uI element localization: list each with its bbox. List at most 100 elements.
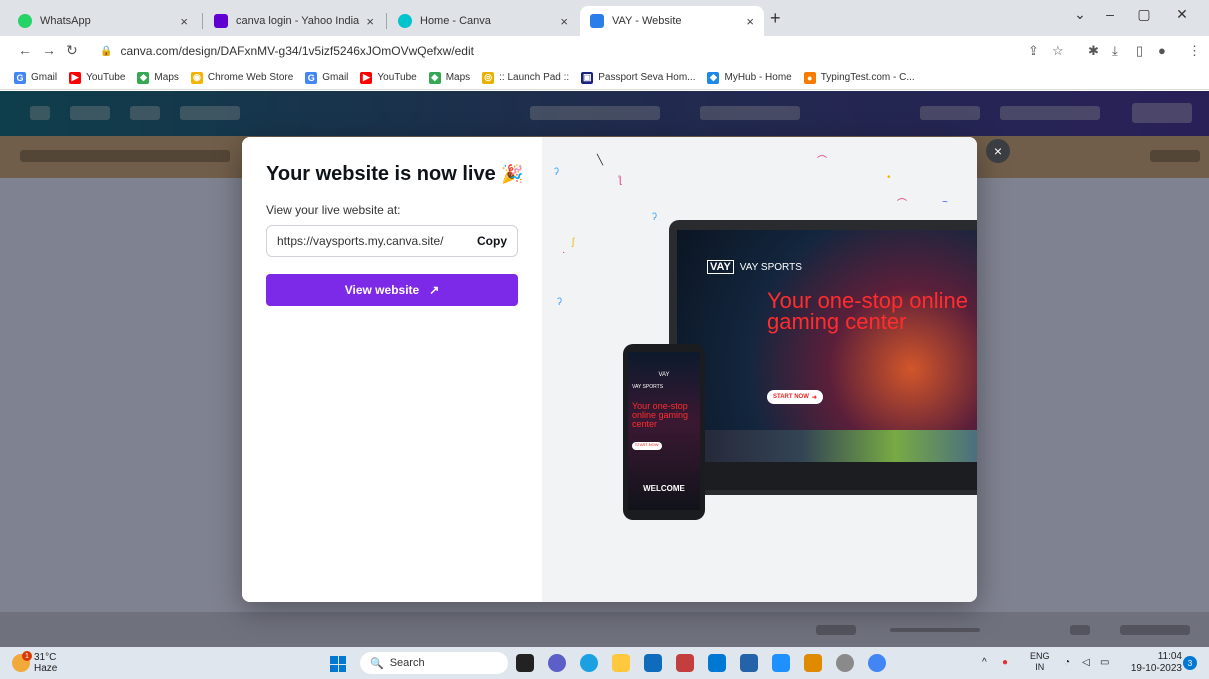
settings-icon[interactable] bbox=[836, 654, 854, 672]
edge-icon[interactable] bbox=[580, 654, 598, 672]
volume-icon[interactable]: ◁ bbox=[1082, 657, 1090, 668]
external-link-icon: ↗ bbox=[429, 283, 440, 297]
close-window-button[interactable]: ✕ bbox=[1162, 6, 1202, 23]
bookmark-label: Passport Seva Hom... bbox=[598, 72, 696, 83]
menu-icon[interactable]: ⋮ bbox=[1188, 43, 1201, 59]
address-bar-row: ← → ↻ 🔒 canva.com/design/DAFxnMV-g34/1v5… bbox=[0, 36, 1209, 66]
view-website-button[interactable]: View website ↗ bbox=[266, 274, 518, 306]
close-tab-icon[interactable]: × bbox=[366, 14, 374, 29]
yahoo-icon bbox=[214, 14, 228, 28]
bookmark-icon: ◆ bbox=[137, 71, 150, 84]
website-icon bbox=[590, 14, 604, 28]
bookmark-item[interactable]: ▶ YouTube bbox=[360, 71, 417, 84]
clock[interactable]: 11:04 19-10-2023 bbox=[1128, 651, 1182, 675]
app-icon[interactable] bbox=[676, 654, 694, 672]
confetti-icon: ╲ bbox=[597, 155, 604, 166]
view-website-label: View website bbox=[344, 283, 420, 297]
side-panel-icon[interactable]: ▯ bbox=[1136, 43, 1143, 59]
star-icon[interactable]: ☆ bbox=[1052, 43, 1064, 59]
bookmark-item[interactable]: ◆ Maps bbox=[428, 71, 471, 84]
security-icon[interactable]: ● bbox=[1002, 657, 1008, 668]
tray-overflow-icon[interactable]: ^ bbox=[982, 657, 987, 668]
brand-name: VAY SPORTS bbox=[632, 384, 664, 390]
tab-yahoo-search[interactable]: canva login - Yahoo India Search × bbox=[204, 6, 384, 36]
clock-date: 19-10-2023 bbox=[1130, 663, 1182, 674]
close-dialog-button[interactable]: × bbox=[986, 139, 1010, 163]
app-icon[interactable] bbox=[804, 654, 822, 672]
canva-icon bbox=[398, 14, 412, 28]
share-icon[interactable]: ⇪ bbox=[1028, 43, 1039, 59]
close-tab-icon[interactable]: × bbox=[180, 14, 188, 29]
vay-logo: VAY bbox=[707, 260, 734, 274]
whatsapp-icon bbox=[18, 14, 32, 28]
bookmark-item[interactable]: G Gmail bbox=[305, 71, 348, 84]
taskbar-search[interactable]: 🔍 Search bbox=[360, 652, 508, 674]
confetti-icon: • bbox=[887, 172, 891, 183]
new-tab-button[interactable]: + bbox=[770, 8, 781, 29]
browser-tab-strip: WhatsApp × canva login - Yahoo India Sea… bbox=[0, 0, 1209, 36]
close-tab-icon[interactable]: × bbox=[560, 14, 568, 29]
bookmark-item[interactable]: ◎:: Launch Pad :: bbox=[482, 71, 569, 84]
notification-badge[interactable]: 3 bbox=[1183, 656, 1197, 670]
language-indicator[interactable]: ENG IN bbox=[1030, 651, 1050, 673]
confetti-icon: ʔ bbox=[554, 167, 559, 178]
bookmark-item[interactable]: ▶ YouTube bbox=[69, 71, 126, 84]
confetti-icon: ʔ bbox=[557, 297, 562, 308]
teams-icon[interactable] bbox=[548, 654, 566, 672]
download-icon[interactable]: ⤓ bbox=[1112, 43, 1118, 59]
bookmark-label: YouTube bbox=[377, 72, 417, 83]
close-tab-icon[interactable]: × bbox=[746, 14, 754, 29]
bookmark-icon: G bbox=[305, 71, 318, 84]
battery-icon[interactable]: ▭ bbox=[1100, 657, 1109, 668]
bookmark-item[interactable]: ◉ Chrome Web Store bbox=[190, 71, 294, 84]
back-icon[interactable]: ← bbox=[18, 42, 32, 58]
profile-icon[interactable]: ● bbox=[1158, 43, 1166, 58]
bookmark-label: Maps bbox=[445, 72, 471, 83]
bookmark-label: MyHub - Home bbox=[724, 72, 792, 83]
wifi-icon[interactable]: ◔ bbox=[1064, 657, 1070, 668]
weather-widget[interactable]: 31°C Haze bbox=[34, 652, 57, 674]
chrome-icon[interactable] bbox=[868, 654, 886, 672]
bookmark-label: YouTube bbox=[86, 72, 126, 83]
bookmark-icon: ▶ bbox=[360, 71, 373, 84]
app-icon[interactable] bbox=[708, 654, 726, 672]
file-explorer-icon[interactable] bbox=[612, 654, 630, 672]
site-hero-heading: Your one-stop online gaming center bbox=[767, 288, 969, 334]
task-view-icon[interactable] bbox=[516, 654, 534, 672]
bookmark-label: Chrome Web Store bbox=[207, 72, 294, 83]
windows-start-icon[interactable] bbox=[330, 656, 346, 672]
url-input[interactable]: 🔒 canva.com/design/DAFxnMV-g34/1v5izf524… bbox=[90, 40, 1120, 62]
bookmark-item[interactable]: G Gmail bbox=[14, 71, 57, 84]
reload-icon[interactable]: ↻ bbox=[66, 42, 78, 59]
store-icon[interactable] bbox=[644, 654, 662, 672]
url-text: canva.com/design/DAFxnMV-g34/1v5izf5246x… bbox=[120, 44, 474, 58]
site-url-field[interactable]: https://vaysports.my.canva.site/ Copy bbox=[266, 225, 518, 257]
site-start-button: START NOW bbox=[632, 442, 662, 450]
app-icon[interactable] bbox=[772, 654, 790, 672]
bookmark-item[interactable]: ◆ Maps bbox=[137, 71, 179, 84]
bookmark-label: TypingTest.com - C... bbox=[820, 72, 915, 83]
start-label: START NOW bbox=[773, 394, 809, 400]
confetti-icon: ʃ bbox=[572, 237, 575, 248]
bookmark-icon: ◎ bbox=[482, 71, 495, 84]
website-preview-panel: ʔ ╲ ƪ ʔ · ʃ ʔ ⌒ • ~ ⌒ VAY VAY SPORTS You… bbox=[542, 137, 977, 602]
confetti-icon: ⌒ bbox=[897, 199, 907, 210]
bookmark-label: Maps bbox=[154, 72, 179, 83]
confetti-icon: · bbox=[562, 247, 566, 258]
bookmark-item[interactable]: ▣ Passport Seva Hom... bbox=[581, 71, 696, 84]
extensions-icon[interactable]: ✱ bbox=[1088, 43, 1099, 59]
maximize-button[interactable]: ▢ bbox=[1124, 6, 1164, 23]
bookmark-item[interactable]: ● TypingTest.com - C... bbox=[803, 71, 915, 84]
clock-time: 11:04 bbox=[1157, 651, 1182, 662]
forward-icon[interactable]: → bbox=[42, 42, 56, 58]
tab-home-canva[interactable]: Home - Canva × bbox=[388, 6, 578, 36]
tab-whatsapp[interactable]: WhatsApp × bbox=[8, 6, 198, 36]
copy-button[interactable]: Copy bbox=[477, 234, 507, 248]
bookmark-item[interactable]: ◆ MyHub - Home bbox=[707, 71, 792, 84]
app-icon[interactable] bbox=[740, 654, 758, 672]
tab-title: WhatsApp bbox=[40, 15, 91, 27]
welcome-text: WELCOME bbox=[643, 484, 685, 493]
weather-badge: 1 bbox=[22, 651, 32, 661]
tab-vay-website[interactable]: VAY - Website × bbox=[580, 6, 764, 36]
region-code: IN bbox=[1035, 662, 1045, 672]
